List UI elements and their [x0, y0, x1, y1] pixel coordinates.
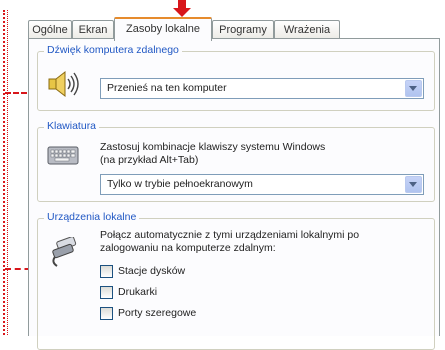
tab-display[interactable]: Ekran [72, 20, 114, 39]
checkbox-serial-ports-label[interactable]: Porty szeregowe [118, 307, 196, 319]
checkbox-disk-drives[interactable] [100, 265, 113, 278]
annotation-guide-line [3, 10, 5, 335]
tab-panel: Dźwięk komputera zdalnego Przenieś na te… [28, 38, 440, 350]
keyboard-group-title: Klawiatura [44, 120, 100, 132]
keyboard-description-line2: (na przykład Alt+Tab) [100, 154, 199, 166]
chevron-down-icon[interactable] [405, 80, 422, 97]
plug-icon [52, 237, 77, 267]
local-devices-group-title: Urządzenia lokalne [44, 211, 140, 223]
keyboard-description-line1: Zastosuj kombinacje klawiszy systemu Win… [100, 141, 326, 153]
checkbox-serial-ports[interactable] [100, 307, 113, 320]
tab-experience[interactable]: Wrażenia [274, 20, 340, 39]
tab-general[interactable]: Ogólne [28, 20, 72, 39]
checkbox-disk-drives-label[interactable]: Stacje dysków [118, 265, 185, 277]
sound-select-value: Przenieś na ten komputer [107, 82, 227, 94]
devices-description-line1: Połącz automatycznie z tymi urządzeniami… [100, 229, 360, 241]
sound-group: Dźwięk komputera zdalnego Przenieś na te… [37, 44, 435, 111]
checkbox-printers-label[interactable]: Drukarki [118, 286, 157, 298]
devices-description-line2: zalogowaniu na komputerze zdalnym: [100, 242, 276, 254]
tab-local-resources[interactable]: Zasoby lokalne [114, 17, 212, 41]
sound-group-title: Dźwięk komputera zdalnego [44, 44, 182, 56]
speaker-icon [48, 70, 79, 98]
keyboard-group: Klawiatura Zastosuj kombinacje klawiszy … [37, 120, 435, 202]
local-devices-group: Urządzenia lokalne Połącz automatycznie … [37, 211, 435, 350]
keyboard-select[interactable]: Tylko w trybie pełnoekranowym [100, 174, 424, 195]
chevron-down-icon[interactable] [405, 176, 422, 193]
annotation-arrow-down [173, 0, 191, 17]
sound-select[interactable]: Przenieś na ten komputer [100, 78, 424, 99]
keyboard-icon [47, 146, 79, 165]
checkbox-printers[interactable] [100, 286, 113, 299]
tab-programs[interactable]: Programy [212, 20, 274, 39]
annotation-guide-line-inner [7, 10, 8, 335]
keyboard-select-value: Tylko w trybie pełnoekranowym [107, 178, 253, 190]
